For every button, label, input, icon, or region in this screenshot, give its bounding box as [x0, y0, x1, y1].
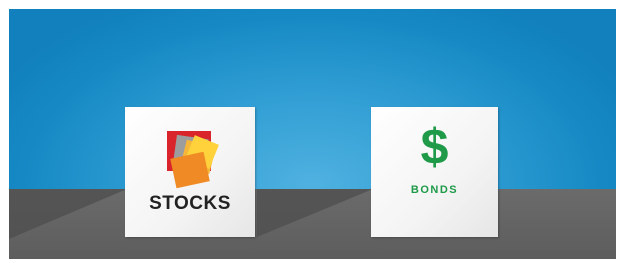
card-shadow-left	[9, 189, 127, 239]
blue-backdrop	[9, 9, 616, 189]
stocks-card[interactable]: STOCKS	[125, 107, 255, 237]
bonds-label: BONDS	[410, 184, 459, 196]
bonds-card[interactable]: $ BONDS	[371, 107, 498, 237]
scene: STOCKS $ BONDS	[9, 9, 616, 259]
dollar-sign-icon: $	[420, 119, 449, 175]
card-shadow-middle	[257, 189, 373, 237]
stocks-label: STOCKS	[149, 193, 231, 214]
stocks-icon	[167, 131, 219, 189]
